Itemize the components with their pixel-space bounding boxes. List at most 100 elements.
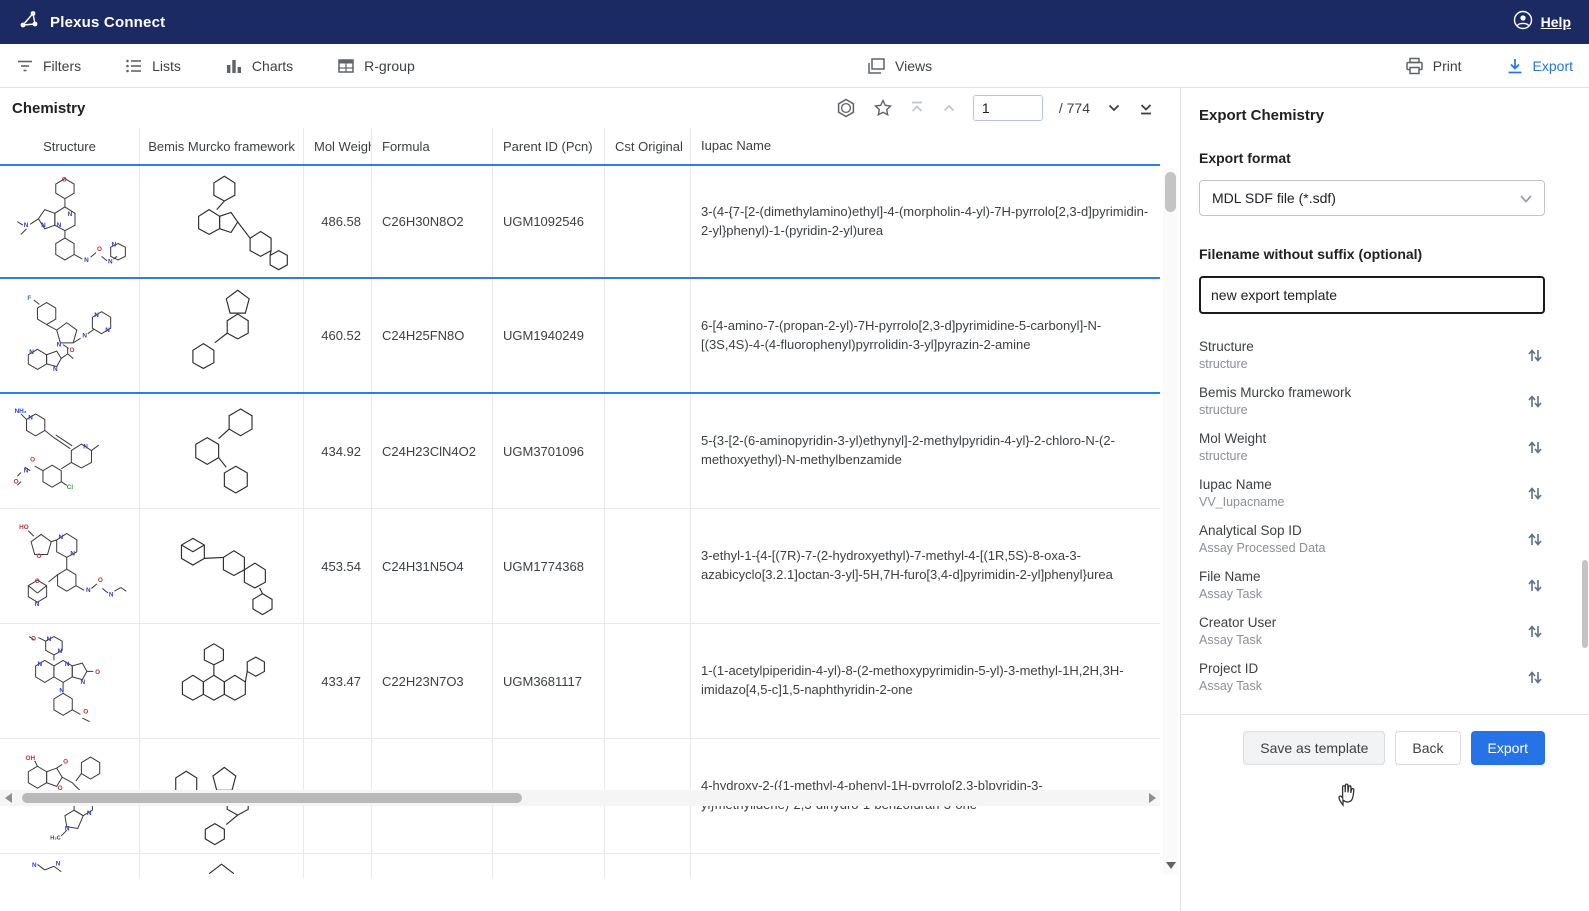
filters-button[interactable]: Filters [16, 57, 81, 75]
structure-search-icon[interactable] [835, 97, 857, 119]
iupac-cell: 1-(1-acetylpiperidin-4-yl)-8-(2-methoxyp… [691, 624, 1160, 738]
svg-text:O: O [83, 708, 88, 715]
export-field-creator-user[interactable]: Creator User Assay Task [1199, 608, 1545, 654]
table-row[interactable]: N NH₂ N Cl O N O [0, 394, 1160, 509]
export-format-select[interactable]: MDL SDF file (*.sdf) [1199, 180, 1545, 216]
svg-text:N: N [29, 348, 34, 355]
window-scrollbar-thumb[interactable] [1582, 560, 1588, 648]
formula-cell: C24H31N5O4 [372, 509, 493, 623]
column-header-cst[interactable]: Cst Original [605, 128, 691, 164]
svg-text:O: O [62, 176, 67, 183]
print-button[interactable]: Print [1405, 57, 1462, 75]
column-header-iupac[interactable]: Iupac Name [691, 128, 1160, 164]
export-button-toolbar[interactable]: Export [1506, 57, 1573, 75]
vertical-scrollbar-thumb[interactable] [1165, 172, 1176, 212]
svg-text:HO: HO [19, 524, 29, 531]
account-icon[interactable] [1513, 10, 1533, 35]
framework-image [140, 854, 304, 878]
svg-text:N: N [70, 550, 75, 557]
table-row[interactable]: HO O N N N O N O N [0, 509, 1160, 624]
table-row[interactable]: N N O N N N O N O [0, 624, 1160, 739]
back-button[interactable]: Back [1395, 731, 1460, 765]
export-field-iupacname[interactable]: Iupac Name VV_Iupacname [1199, 470, 1545, 516]
column-header-structure[interactable]: Structure [0, 128, 140, 164]
svg-text:N: N [86, 587, 91, 594]
grid-title-bar: Chemistry / 774 [0, 88, 1180, 128]
lists-button[interactable]: Lists [125, 57, 181, 75]
cst-cell [605, 624, 691, 738]
reorder-icon[interactable] [1525, 667, 1545, 688]
filters-icon [16, 57, 34, 75]
export-fields-list: Structure structure Bemis Murcko framewo… [1199, 332, 1545, 700]
app-logo: Plexus Connect [18, 9, 165, 36]
scroll-left-arrow[interactable] [0, 790, 16, 806]
structure-image: F N N N N O N N [0, 279, 140, 392]
reorder-icon[interactable] [1525, 345, 1545, 366]
svg-text:N: N [24, 222, 29, 229]
print-icon [1405, 57, 1424, 75]
export-button[interactable]: Export [1471, 731, 1545, 765]
export-field-file-name[interactable]: File Name Assay Task [1199, 562, 1545, 608]
rgroup-button[interactable]: R-group [337, 57, 415, 75]
reorder-icon[interactable] [1525, 621, 1545, 642]
horizontal-scrollbar-thumb[interactable] [22, 793, 522, 803]
scroll-down-arrow[interactable] [1164, 858, 1177, 872]
field-label: Analytical Sop ID [1199, 523, 1325, 538]
previous-page-icon[interactable] [941, 100, 957, 116]
field-source: Assay Task [1199, 633, 1276, 647]
export-field-molweight[interactable]: Mol Weight structure [1199, 424, 1545, 470]
field-label: Structure [1199, 339, 1254, 354]
save-as-template-button[interactable]: Save as template [1243, 731, 1385, 765]
export-field-project-id[interactable]: Project ID Assay Task [1199, 654, 1545, 700]
export-field-structure[interactable]: Structure structure [1199, 332, 1545, 378]
first-page-icon[interactable] [909, 100, 925, 116]
views-label: Views [895, 58, 932, 74]
export-field-analytical-sop-id[interactable]: Analytical Sop ID Assay Processed Data [1199, 516, 1545, 562]
next-page-icon[interactable] [1106, 100, 1122, 116]
export-format-label: Export format [1199, 150, 1545, 166]
svg-text:N: N [84, 256, 89, 263]
reorder-icon[interactable] [1525, 391, 1545, 412]
cst-cell [605, 509, 691, 623]
cst-cell [605, 854, 691, 878]
export-field-framework[interactable]: Bemis Murcko framework structure [1199, 378, 1545, 424]
table-row[interactable]: O N N N N N O N N [0, 164, 1160, 279]
svg-text:N: N [28, 414, 33, 421]
page-number-input[interactable] [973, 95, 1043, 121]
column-header-parentid[interactable]: Parent ID (Pcn) [493, 128, 605, 164]
iupac-cell [691, 854, 1160, 878]
column-header-molweight[interactable]: Mol Weight [304, 128, 372, 164]
reorder-icon[interactable] [1525, 483, 1545, 504]
export-panel-title: Export Chemistry [1199, 102, 1545, 128]
iupac-cell: 3-ethyl-1-{4-[(7R)-7-(2-hydroxyethyl)-7-… [691, 509, 1160, 623]
reorder-icon[interactable] [1525, 575, 1545, 596]
views-button[interactable]: Views [866, 57, 932, 75]
lists-label: Lists [152, 58, 181, 74]
filename-input[interactable] [1199, 276, 1545, 314]
table-row-partial[interactable]: NN [0, 854, 1160, 878]
plexus-logo-icon [18, 9, 40, 36]
framework-image [140, 624, 304, 738]
svg-text:O: O [95, 669, 100, 676]
reorder-icon[interactable] [1525, 437, 1545, 458]
svg-text:N: N [68, 211, 73, 218]
svg-text:O: O [37, 553, 42, 560]
favorite-star-icon[interactable] [873, 98, 893, 118]
iupac-cell: 5-{3-[2-(6-aminopyridin-3-yl)ethynyl]-2-… [691, 394, 1160, 508]
parentid-cell [493, 854, 605, 878]
help-link[interactable]: Help [1541, 14, 1571, 30]
last-page-icon[interactable] [1138, 100, 1154, 116]
column-header-framework[interactable]: Bemis Murcko framework [140, 128, 304, 164]
app-window: Plexus Connect Help Filters Lis [0, 0, 1589, 911]
export-label: Export [1533, 58, 1573, 74]
table-row[interactable]: F N N N N O N N [0, 279, 1160, 394]
reorder-icon[interactable] [1525, 529, 1545, 550]
scroll-right-arrow[interactable] [1144, 790, 1160, 806]
table-vertical-scrollbar[interactable] [1163, 168, 1178, 874]
views-icon [866, 57, 886, 75]
charts-label: Charts [252, 58, 293, 74]
charts-button[interactable]: Charts [225, 57, 293, 75]
column-header-formula[interactable]: Formula [372, 128, 493, 164]
export-panel-footer: Save as template Back Export [1181, 714, 1589, 765]
table-horizontal-scrollbar[interactable] [0, 790, 1160, 806]
